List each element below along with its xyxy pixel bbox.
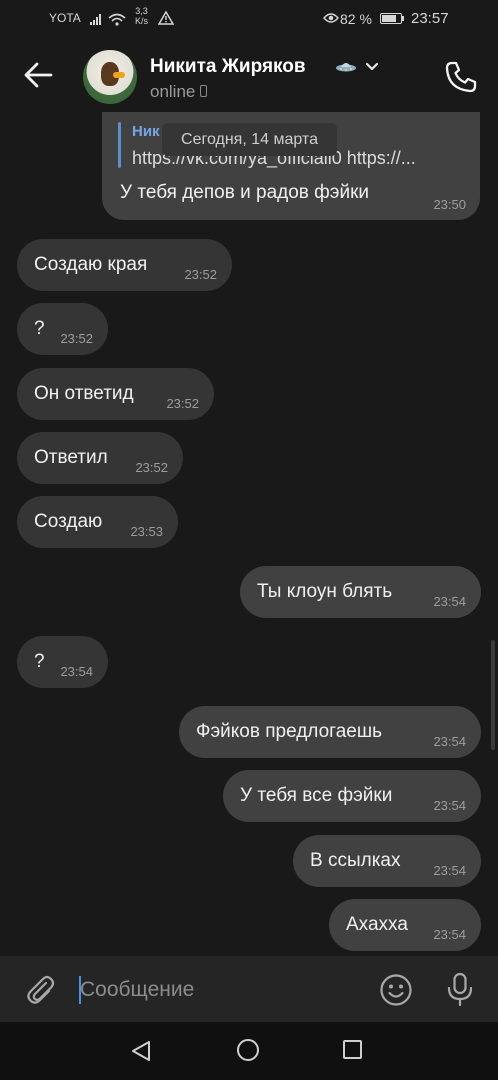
message-bubble-out[interactable]: У тебя все фэйки 23:54 xyxy=(223,770,481,822)
battery-icon xyxy=(380,13,402,24)
message-time: 23:54 xyxy=(433,798,466,813)
warning-icon xyxy=(158,11,174,25)
date-divider: Сегодня, 14 марта xyxy=(162,123,337,156)
network-speed: 3,3 K/s xyxy=(135,6,148,26)
message-time: 23:52 xyxy=(166,396,199,411)
message-input[interactable] xyxy=(80,976,360,1004)
quote-bar xyxy=(118,122,121,168)
message-composer xyxy=(0,956,498,1022)
message-text: У тебя депов и радов фэйки xyxy=(120,182,370,203)
carrier-label: YOTA xyxy=(49,11,81,25)
avatar-beak xyxy=(113,72,125,78)
online-status: online xyxy=(150,82,196,101)
message-bubble-in[interactable]: Создаю края 23:52 xyxy=(17,239,232,291)
contact-name[interactable]: Никита Жиряков xyxy=(150,56,306,78)
message-time: 23:54 xyxy=(433,594,466,609)
avatar[interactable] xyxy=(83,50,137,104)
message-text: Создаю xyxy=(34,511,103,532)
message-bubble-in[interactable]: ? 23:52 xyxy=(17,303,108,355)
eye-comfort-icon xyxy=(323,13,339,23)
message-time: 23:53 xyxy=(130,524,163,539)
scrollbar[interactable] xyxy=(491,640,495,750)
quote-author: Ник xyxy=(132,123,160,140)
message-text: Ахахха xyxy=(346,914,408,935)
message-text: Ты клоун блять xyxy=(257,581,393,602)
message-bubble-in[interactable]: Ответил 23:52 xyxy=(17,432,183,484)
message-text: В ссылках xyxy=(310,850,401,871)
phone-icon[interactable] xyxy=(444,60,478,94)
system-navigation-bar xyxy=(0,1022,498,1080)
chevron-down-icon[interactable] xyxy=(365,62,379,72)
message-text: Фэйков предлогаешь xyxy=(196,721,382,742)
message-time: 23:52 xyxy=(60,331,93,346)
message-bubble-out[interactable]: В ссылках 23:54 xyxy=(293,835,481,887)
battery-level xyxy=(382,15,396,22)
status-bar: YOTA 3,3 K/s 82 % 23:57 xyxy=(0,0,498,38)
message-text: ? xyxy=(34,651,45,672)
ufo-icon xyxy=(336,63,356,72)
message-text: ? xyxy=(34,318,45,339)
message-text: Создаю края xyxy=(34,254,148,275)
smile-icon[interactable] xyxy=(379,973,413,1007)
message-bubble-in[interactable]: Он ответид 23:52 xyxy=(17,368,214,420)
message-time: 23:54 xyxy=(60,664,93,679)
message-text: Он ответид xyxy=(34,383,134,404)
speed-value: 3,3 xyxy=(135,6,148,16)
message-bubble-in[interactable]: Создаю 23:53 xyxy=(17,496,178,548)
message-bubble-in[interactable]: ? 23:54 xyxy=(17,636,108,688)
message-time: 23:54 xyxy=(433,927,466,942)
square-recents-icon[interactable] xyxy=(343,1040,362,1059)
message-time: 23:54 xyxy=(433,734,466,749)
triangle-back-icon[interactable] xyxy=(130,1040,152,1062)
message-bubble-out[interactable]: Фэйков предлогаешь 23:54 xyxy=(179,706,481,758)
speed-unit: K/s xyxy=(135,16,149,26)
microphone-icon[interactable] xyxy=(446,972,474,1008)
message-time: 23:50 xyxy=(433,197,466,212)
message-time: 23:52 xyxy=(135,460,168,475)
message-bubble-out[interactable]: Ты клоун блять 23:54 xyxy=(240,566,481,618)
message-time: 23:54 xyxy=(433,863,466,878)
message-text: Ответил xyxy=(34,447,108,468)
paperclip-icon[interactable] xyxy=(24,974,56,1006)
message-text: У тебя все фэйки xyxy=(240,785,393,806)
arrow-left-icon[interactable] xyxy=(22,60,54,90)
status-time: 23:57 xyxy=(411,10,449,27)
battery-cap xyxy=(402,16,404,21)
message-bubble-out[interactable]: Ахахха 23:54 xyxy=(329,899,481,951)
message-time: 23:52 xyxy=(184,267,217,282)
chat-header: Никита Жиряков online xyxy=(0,38,498,116)
signal-wifi-icon xyxy=(90,13,126,26)
battery-percent: 82 % xyxy=(340,11,372,27)
circle-home-icon[interactable] xyxy=(237,1039,259,1061)
mobile-device-icon xyxy=(200,85,207,97)
